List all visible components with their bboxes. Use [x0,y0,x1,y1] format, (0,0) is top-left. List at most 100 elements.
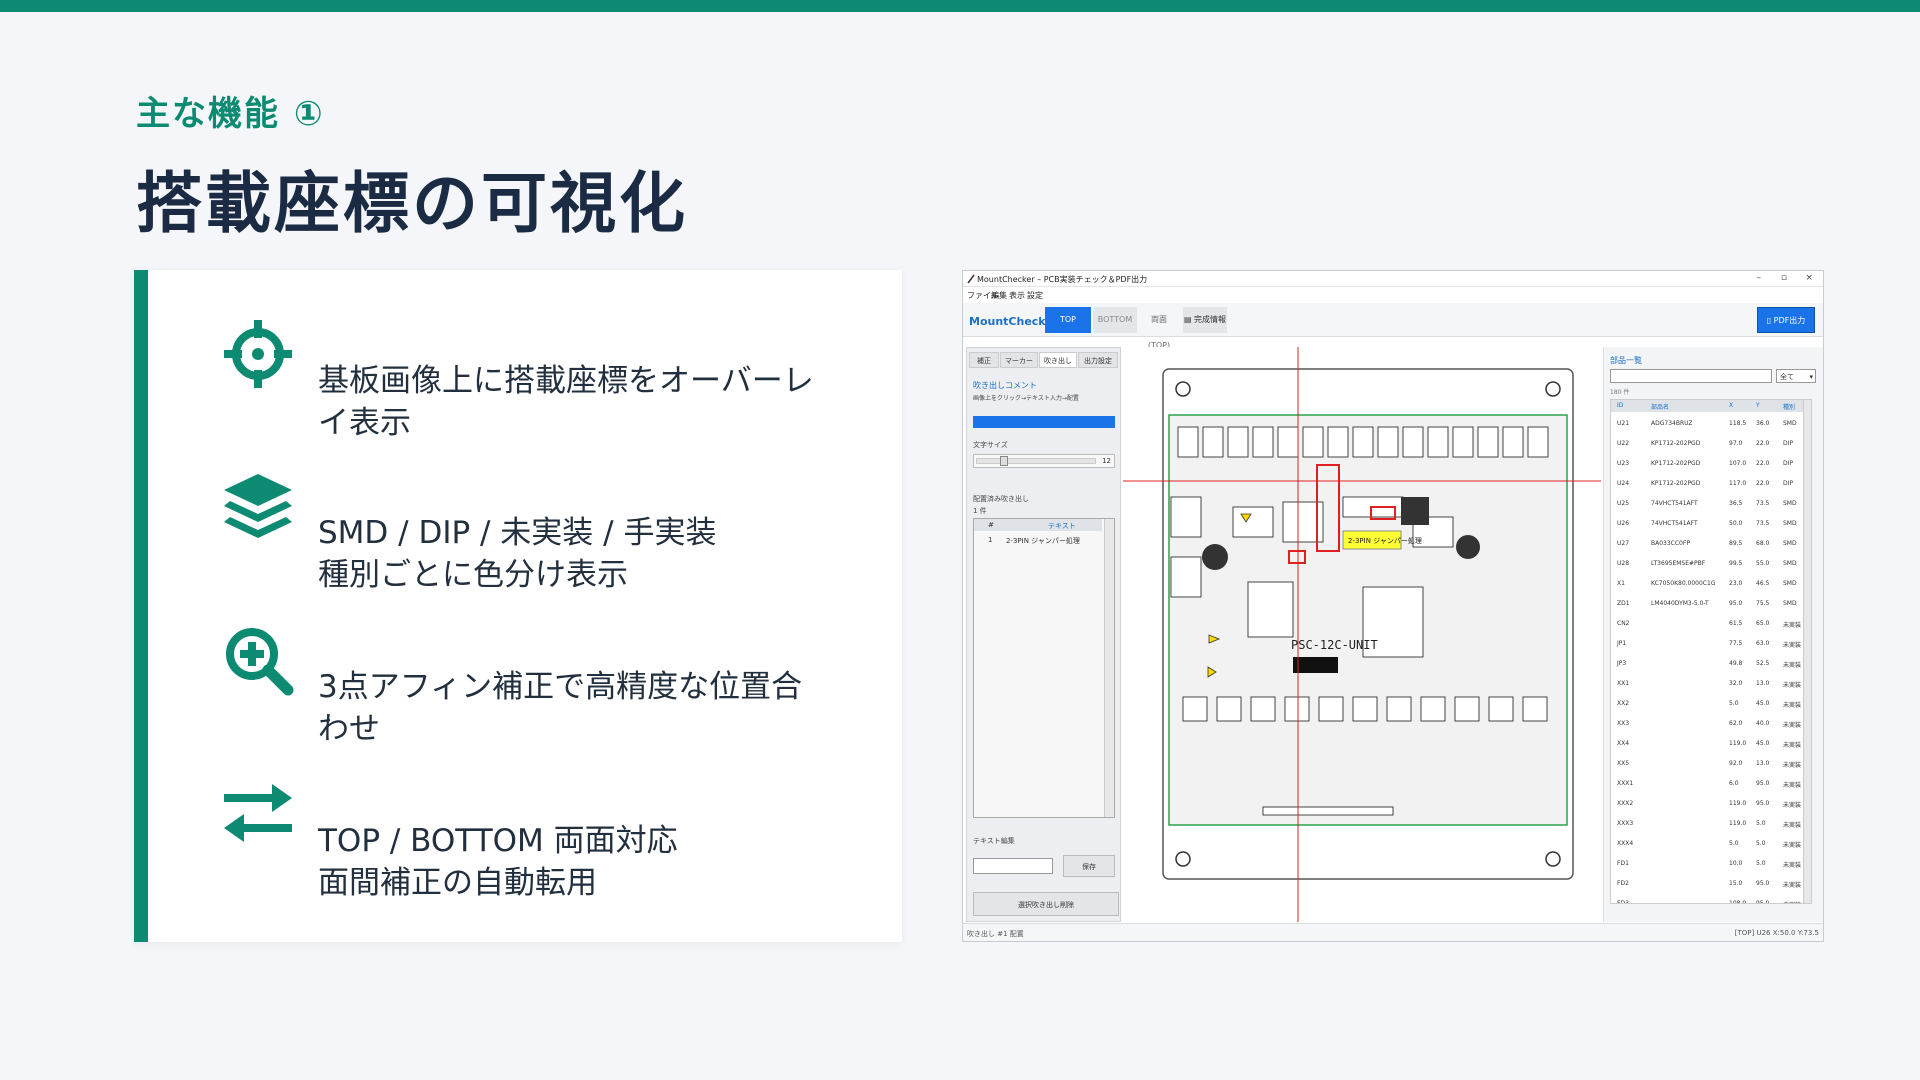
table-cell: 未実装 [1783,822,1802,829]
table-cell: 73.5 [1756,500,1770,507]
table-row[interactable]: FD3 108.0 95.0 未実装 [1611,894,1811,903]
board-canvas[interactable]: PSC-12C-UNIT 2-3PIN ジャンパー処理 [1123,347,1601,922]
tab-top[interactable]: TOP [1045,307,1091,333]
table-cell: 49.8 [1729,660,1743,667]
table-row[interactable]: U23 KP1712-202PGD 107.0 22.0 DIP [1611,454,1811,474]
table-cell: 10.0 [1729,860,1743,867]
save-button[interactable]: 保存 [1063,855,1115,877]
table-row[interactable]: FD1 10.0 5.0 未実装 [1611,854,1811,874]
table-cell: 73.5 [1756,520,1770,527]
text-edit-input[interactable] [973,858,1053,874]
table-row[interactable]: U28 LT3695EMSE#PBF 99.5 55.0 SMD [1611,554,1811,574]
minimize-button[interactable]: – [1757,273,1762,283]
list-scrollbar[interactable] [1104,519,1114,817]
tab-output-settings[interactable]: 出力設定 [1078,352,1118,368]
table-cell: 未実装 [1783,762,1802,769]
table-cell: XXX2 [1617,800,1634,807]
parts-table[interactable]: ID 部品名 X Y 種別 U21 ADG734BRUZ 118.5 36.0 SMD U… [1610,399,1812,904]
table-row[interactable]: U27 BA033CC0FP 89.5 68.0 SMD [1611,534,1811,554]
parts-count: 180 件 [1610,389,1630,396]
table-cell: 89.5 [1729,540,1743,547]
table-row[interactable]: XXX3 119.0 5.0 未実装 [1611,814,1811,834]
table-cell: 未実装 [1783,722,1802,729]
parts-search-input[interactable] [1610,369,1772,383]
table-row[interactable]: XXX1 6.0 95.0 未実装 [1611,774,1811,794]
feature-line: SMD / DIP / 未実装 / 手実装 [318,515,717,551]
table-row[interactable]: XX3 62.0 40.0 未実装 [1611,714,1811,734]
table-cell: XX2 [1617,700,1630,707]
top-accent-bar [0,0,1920,12]
font-size-slider[interactable]: 12 [973,454,1115,468]
tab-both[interactable]: 両面 (TOP) [1139,307,1179,350]
pdf-export-button[interactable]: ▯ PDF出力 [1757,307,1815,333]
tab-balloon[interactable]: 吹き出し [1039,352,1077,368]
table-cell: 75.5 [1756,600,1770,607]
table-row[interactable]: U21 ADG734BRUZ 118.5 36.0 SMD [1611,414,1811,434]
parts-panel: 部品一覧 全て ▾ 180 件 ID 部品名 X Y 種別 U21 ADG734B… [1603,347,1823,922]
balloon-text-input[interactable] [973,416,1115,428]
table-row[interactable]: ZD1 LM4040DYM3-5.0-T 95.0 75.5 SMD [1611,594,1811,614]
table-row[interactable]: JP3 49.8 52.5 未実装 [1611,654,1811,674]
table-cell: KP1712-202PGD [1651,480,1701,487]
feature-line: 種別ごとに色分け表示 [318,557,628,593]
table-row[interactable]: XXX4 5.0 5.0 未実装 [1611,834,1811,854]
table-row[interactable]: XX4 119.0 45.0 未実装 [1611,734,1811,754]
table-cell: 46.5 [1756,580,1770,587]
table-row[interactable]: X1 KC7050K80.0000C1G 23.0 46.5 SMD [1611,574,1811,594]
swap-arrows-icon [224,784,292,842]
table-row[interactable]: XX2 5.0 45.0 未実装 [1611,694,1811,714]
feature-line: 3点アフィン補正で高精度な位置合 [318,669,803,705]
table-cell: 未実装 [1783,802,1802,809]
balloon-list[interactable]: # テキスト 1 2-3PIN ジャンパー処理 [973,518,1115,818]
table-row[interactable]: U24 KP1712-202PGD 117.0 22.0 DIP [1611,474,1811,494]
feature-item: 基板画像上に搭載座標をオーバーレ イ表示 [222,318,902,441]
table-cell: 5.0 [1756,820,1766,827]
table-row[interactable]: XX5 92.0 13.0 未実装 [1611,754,1811,774]
table-row[interactable]: XX1 32.0 13.0 未実装 [1611,674,1811,694]
info-button[interactable]: ▤ 完成情報 [1183,307,1227,333]
window-titlebar: MountChecker – PCB実装チェック＆PDF出力 – ▫ × [963,271,1823,287]
table-row[interactable]: U25 74VHCT541AFT 36.5 73.5 SMD [1611,494,1811,514]
maximize-button[interactable]: ▫ [1781,273,1787,283]
table-cell: LT3695EMSE#PBF [1651,560,1706,567]
table-row[interactable]: XXX2 119.0 95.0 未実装 [1611,794,1811,814]
delete-balloon-button[interactable]: 選択吹き出し削除 [973,892,1119,916]
tab-bottom[interactable]: BOTTOM [1093,307,1137,333]
table-cell: 63.0 [1756,640,1770,647]
table-cell: 95.0 [1756,800,1770,807]
table-cell: U26 [1617,520,1630,527]
table-cell: 74VHCT541AFT [1651,500,1698,507]
tab-correction[interactable]: 補正 [969,352,999,368]
table-row[interactable]: FD2 15.0 95.0 未実装 [1611,874,1811,894]
table-cell: 92.0 [1729,760,1743,767]
table-row[interactable]: U22 KP1712-202PGD 97.0 22.0 DIP [1611,434,1811,454]
table-cell: 6.0 [1729,780,1739,787]
parts-filter-select[interactable]: 全て ▾ [1776,369,1816,383]
close-button[interactable]: × [1805,273,1813,283]
status-bar: 吹き出し #1 配置 [TOP] U26 X:50.0 Y:73.5 [963,923,1823,941]
placed-count: 1 件 [973,507,987,515]
tab-marker[interactable]: マーカー [1000,352,1038,368]
table-cell: 74VHCT541AFT [1651,520,1698,527]
list-item[interactable]: 1 2-3PIN ジャンパー処理 [974,533,1102,547]
table-cell: 22.0 [1756,460,1770,467]
table-cell: KP1712-202PGD [1651,440,1701,447]
menu-edit[interactable]: 編集 [991,290,1007,301]
parts-scrollbar[interactable] [1803,400,1811,903]
table-cell: 45.0 [1756,740,1770,747]
table-cell: DIP [1783,440,1794,447]
status-right: [TOP] U26 X:50.0 Y:73.5 [1734,929,1819,937]
table-cell: 未実装 [1783,622,1802,629]
table-cell: 95.0 [1729,600,1743,607]
pdf-button-label: PDF出力 [1773,316,1806,325]
table-cell: U22 [1617,440,1630,447]
menu-settings[interactable]: 設定 [1027,290,1043,301]
table-header: ID 部品名 X Y 種別 [1611,400,1811,412]
table-cell: DIP [1783,480,1794,487]
menu-view[interactable]: 表示 [1009,290,1025,301]
table-row[interactable]: JP1 77.5 63.0 未実装 [1611,634,1811,654]
table-row[interactable]: U26 74VHCT541AFT 50.0 73.5 SMD [1611,514,1811,534]
slider-thumb[interactable] [1000,456,1008,466]
table-row[interactable]: CN2 61.5 65.0 未実装 [1611,614,1811,634]
table-cell: 未実装 [1783,842,1802,849]
